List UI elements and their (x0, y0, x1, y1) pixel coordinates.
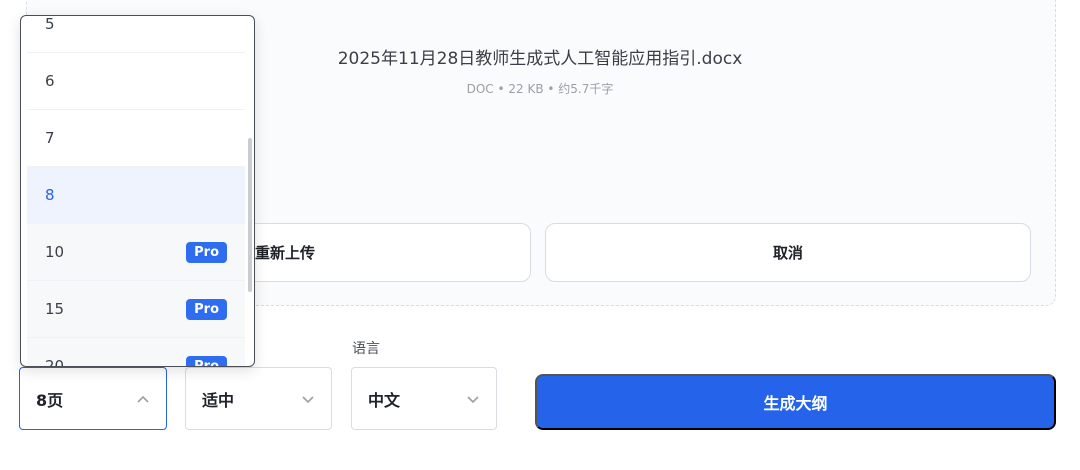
dropdown-option-selected[interactable]: 8 (27, 167, 245, 224)
chevron-down-icon (467, 395, 479, 403)
option-label: 7 (45, 129, 55, 147)
chevron-down-icon (302, 395, 314, 403)
language-select[interactable]: 中文 (351, 367, 497, 430)
length-select[interactable]: 适中 (185, 367, 332, 430)
dropdown-option[interactable]: 6 (27, 53, 245, 110)
page-count-value: 8页 (36, 390, 64, 410)
chevron-up-icon (137, 395, 149, 403)
dropdown-option[interactable]: 7 (27, 110, 245, 167)
pro-badge: Pro (186, 298, 227, 320)
language-label: 语言 (352, 341, 380, 357)
dropdown-option[interactable]: 20 Pro (27, 338, 245, 367)
page-count-select[interactable]: 8页 (19, 367, 167, 430)
option-label: 8 (45, 186, 55, 204)
dropdown-list: 5 6 7 8 10 Pro 15 Pro 20 Pro (21, 15, 251, 367)
dropdown-option[interactable]: 15 Pro (27, 281, 245, 338)
dropdown-option[interactable]: 5 (27, 15, 245, 53)
pro-badge: Pro (186, 241, 227, 263)
pro-badge: Pro (186, 355, 227, 366)
option-label: 5 (45, 15, 55, 33)
length-value: 适中 (202, 390, 235, 410)
option-label: 20 (45, 357, 65, 367)
option-label: 10 (45, 243, 65, 261)
language-value: 中文 (368, 390, 401, 410)
dropdown-option[interactable]: 10 Pro (27, 224, 245, 281)
option-label: 15 (45, 300, 65, 318)
option-label: 6 (45, 72, 55, 90)
page-count-dropdown[interactable]: 5 6 7 8 10 Pro 15 Pro 20 Pro (20, 15, 255, 367)
cancel-button[interactable]: 取消 (545, 223, 1031, 282)
generate-outline-button[interactable]: 生成大纲 (535, 374, 1056, 430)
dropdown-scrollbar[interactable] (248, 138, 252, 292)
